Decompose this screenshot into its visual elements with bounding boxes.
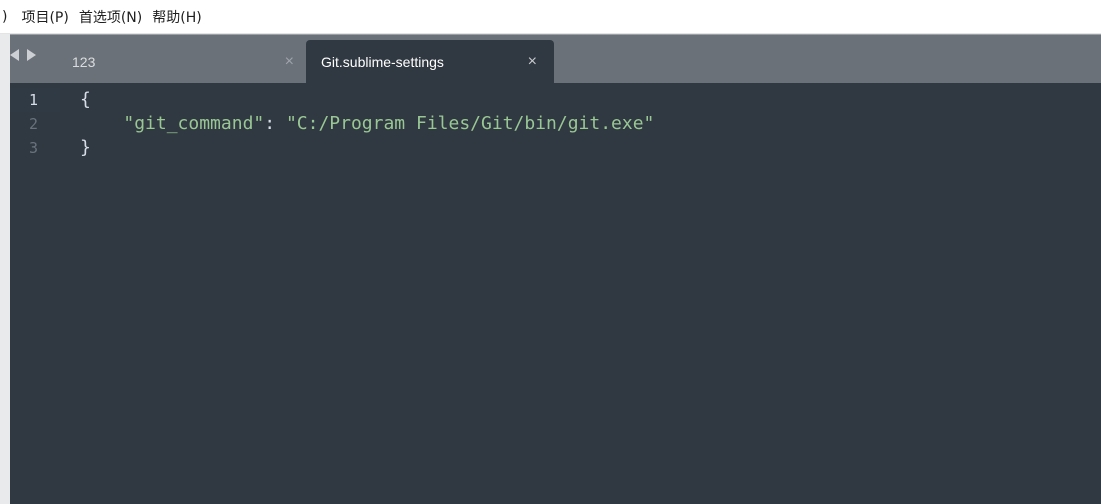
close-brace: }: [80, 137, 91, 158]
editor-window: 123 × Git.sublime-settings × 1 2 3 { "gi…: [0, 34, 1101, 504]
code-content[interactable]: { "git_command": "C:/Program Files/Git/b…: [80, 88, 654, 160]
menu-item-partial[interactable]: ): [0, 9, 16, 25]
close-icon[interactable]: ×: [285, 53, 294, 71]
line-number-gutter: 1 2 3: [10, 88, 60, 160]
tab-123[interactable]: 123 ×: [62, 40, 306, 83]
json-value: "C:/Program Files/Git/bin/git.exe": [285, 113, 655, 134]
previous-tab-arrow-icon[interactable]: [10, 49, 19, 61]
tab-label: 123: [72, 53, 96, 70]
menu-item-help[interactable]: 帮助(H): [147, 7, 206, 27]
line-number: 1: [10, 88, 60, 112]
menu-item-preferences[interactable]: 首选项(N): [74, 7, 147, 27]
code-editor[interactable]: 1 2 3 { "git_command": "C:/Program Files…: [10, 83, 1101, 504]
close-icon[interactable]: ×: [528, 53, 537, 71]
window-left-border: [0, 34, 10, 504]
code-line: }: [80, 136, 654, 160]
colon: :: [264, 113, 286, 134]
menu-bar: ) 项目(P) 首选项(N) 帮助(H): [0, 0, 1101, 34]
tab-label: Git.sublime-settings: [321, 53, 444, 70]
tab-git-sublime-settings[interactable]: Git.sublime-settings ×: [306, 40, 554, 83]
line-number: 3: [28, 139, 38, 157]
tab-bar: 123 × Git.sublime-settings ×: [10, 34, 1101, 83]
code-line: "git_command": "C:/Program Files/Git/bin…: [80, 112, 654, 136]
tab-nav-arrows: [10, 49, 36, 61]
open-brace: {: [80, 89, 91, 110]
code-line: {: [80, 88, 654, 112]
line-number: 2: [28, 115, 38, 133]
json-key: "git_command": [123, 113, 265, 134]
next-tab-arrow-icon[interactable]: [27, 49, 36, 61]
menu-item-project[interactable]: 项目(P): [16, 7, 73, 27]
